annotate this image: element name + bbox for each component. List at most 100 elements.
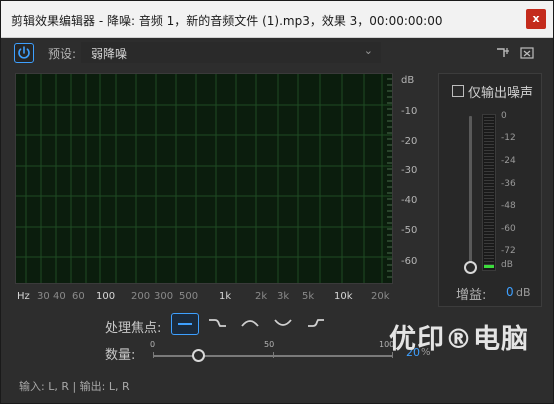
graph-x-tick: 200 xyxy=(131,291,151,302)
meter-segment xyxy=(484,228,494,229)
meter-segment xyxy=(484,180,494,181)
meter-segment xyxy=(484,252,494,253)
noise-graph[interactable] xyxy=(15,73,393,284)
meter-segment xyxy=(484,201,494,202)
meter-tick: -12 xyxy=(501,133,516,143)
graph-x-tick: 5k xyxy=(302,291,315,302)
meter-segment xyxy=(484,231,494,232)
gain-value[interactable]: 0 xyxy=(506,285,514,299)
gain-slider-track[interactable] xyxy=(469,116,472,266)
focus-high-button[interactable] xyxy=(303,313,331,335)
delete-preset-icon[interactable] xyxy=(520,45,534,59)
close-button[interactable]: x xyxy=(526,9,546,29)
gain-slider-handle[interactable] xyxy=(464,261,477,274)
meter-segment xyxy=(484,246,494,247)
graph-x-tick: 300 xyxy=(154,291,174,302)
meter-segment xyxy=(484,237,494,238)
graph-grid xyxy=(16,74,392,283)
title-bar[interactable]: 剪辑效果编辑器 - 降噪: 音频 1，新的音频文件 (1).mp3，效果 3，0… xyxy=(1,1,553,38)
graph-x-tick: 30 xyxy=(37,291,50,302)
amount-min: 0 xyxy=(150,340,156,349)
meter-segment xyxy=(484,219,494,220)
meter-segment xyxy=(484,156,494,157)
low-shelf-icon xyxy=(209,319,226,327)
meter-tick: -48 xyxy=(501,201,516,211)
meter-segment xyxy=(484,141,494,142)
graph-y-tick: -40 xyxy=(401,195,418,206)
graph-x-tick: 100 xyxy=(96,291,116,302)
level-meter xyxy=(482,114,496,271)
graph-x-tick: 1k xyxy=(219,291,232,302)
focus-flat-button[interactable] xyxy=(171,313,199,335)
meter-segment xyxy=(484,243,494,244)
only-noise-label[interactable]: 仅输出噪声 xyxy=(468,82,533,101)
only-noise-checkbox[interactable] xyxy=(452,85,464,97)
meter-tick: 0 xyxy=(501,111,507,121)
watermark-logo: 优印®电脑 xyxy=(389,324,529,355)
meter-segment xyxy=(484,165,494,166)
meter-segment xyxy=(484,132,494,133)
graph-x-tick: 60 xyxy=(72,291,85,302)
meter-segment xyxy=(484,183,494,184)
focus-notch-button[interactable] xyxy=(270,313,298,335)
meter-segment xyxy=(484,126,494,127)
meter-segment xyxy=(484,198,494,199)
meter-segment xyxy=(484,129,494,130)
graph-y-tick: -50 xyxy=(401,225,418,236)
focus-low-button[interactable] xyxy=(204,313,232,335)
meter-segment xyxy=(484,264,494,265)
meter-segment xyxy=(484,213,494,214)
graph-x-tick: 3k xyxy=(277,291,290,302)
amount-slider-handle[interactable] xyxy=(192,349,205,362)
meter-segment xyxy=(484,117,494,118)
amount-label: 数量: xyxy=(105,348,136,363)
mid-peak-icon xyxy=(241,320,259,327)
add-preset-icon[interactable] xyxy=(496,45,510,59)
meter-unit: dB xyxy=(501,260,513,270)
meter-segment xyxy=(484,120,494,121)
meter-tick: -24 xyxy=(501,156,516,166)
meter-tick: -60 xyxy=(501,224,516,234)
meter-segment xyxy=(484,147,494,148)
mid-notch-icon xyxy=(274,319,292,326)
meter-segment xyxy=(484,171,494,172)
window-title: 剪辑效果编辑器 - 降噪: 音频 1，新的音频文件 (1).mp3，效果 3，0… xyxy=(11,14,443,28)
meter-tick: -72 xyxy=(501,246,516,256)
meter-segments xyxy=(484,117,494,268)
graph-x-tick: 40 xyxy=(53,291,66,302)
amount-tick xyxy=(273,352,274,358)
meter-segment xyxy=(484,195,494,196)
meter-segment xyxy=(484,192,494,193)
meter-segment xyxy=(484,177,494,178)
meter-segment xyxy=(484,261,494,262)
meter-segment xyxy=(484,135,494,136)
preset-dropdown[interactable]: 弱降噪 ⌄ xyxy=(81,42,381,63)
meter-segment xyxy=(484,186,494,187)
meter-segment xyxy=(484,123,494,124)
meter-segment xyxy=(484,234,494,235)
gain-unit: dB xyxy=(516,286,531,299)
graph-y-tick: -10 xyxy=(401,106,418,117)
meter-segment xyxy=(484,144,494,145)
graph-y-tick: -30 xyxy=(401,165,418,176)
meter-segment xyxy=(484,255,494,256)
graph-y-tick: -60 xyxy=(401,256,418,267)
meter-segment xyxy=(484,258,494,259)
graph-y-tick: -20 xyxy=(401,136,418,147)
amount-tick xyxy=(153,352,154,358)
graph-x-unit: Hz xyxy=(17,291,30,302)
meter-segment xyxy=(484,210,494,211)
meter-segment xyxy=(484,222,494,223)
focus-mid-button[interactable] xyxy=(237,313,265,335)
meter-segment xyxy=(484,249,494,250)
graph-x-tick: 10k xyxy=(334,291,353,302)
meter-segment xyxy=(484,162,494,163)
meter-segment xyxy=(484,138,494,139)
chevron-down-icon: ⌄ xyxy=(363,44,373,57)
graph-y-unit: dB xyxy=(401,75,415,86)
meter-segment xyxy=(484,240,494,241)
meter-tick: -36 xyxy=(501,179,516,189)
focus-label: 处理焦点: xyxy=(105,321,162,336)
graph-x-tick: 500 xyxy=(179,291,199,302)
power-icon[interactable] xyxy=(14,43,34,63)
